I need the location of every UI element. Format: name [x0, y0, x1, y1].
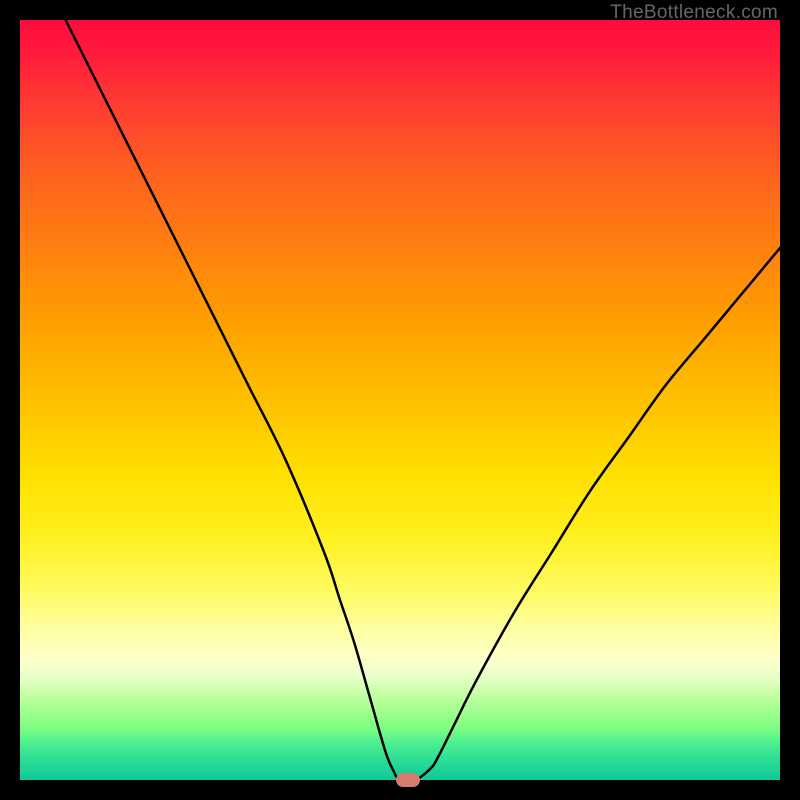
bottleneck-curve: [20, 20, 780, 780]
optimal-marker: [396, 773, 420, 787]
plot-area: [20, 20, 780, 780]
watermark-text: TheBottleneck.com: [610, 2, 778, 24]
chart-container: TheBottleneck.com: [0, 0, 800, 800]
